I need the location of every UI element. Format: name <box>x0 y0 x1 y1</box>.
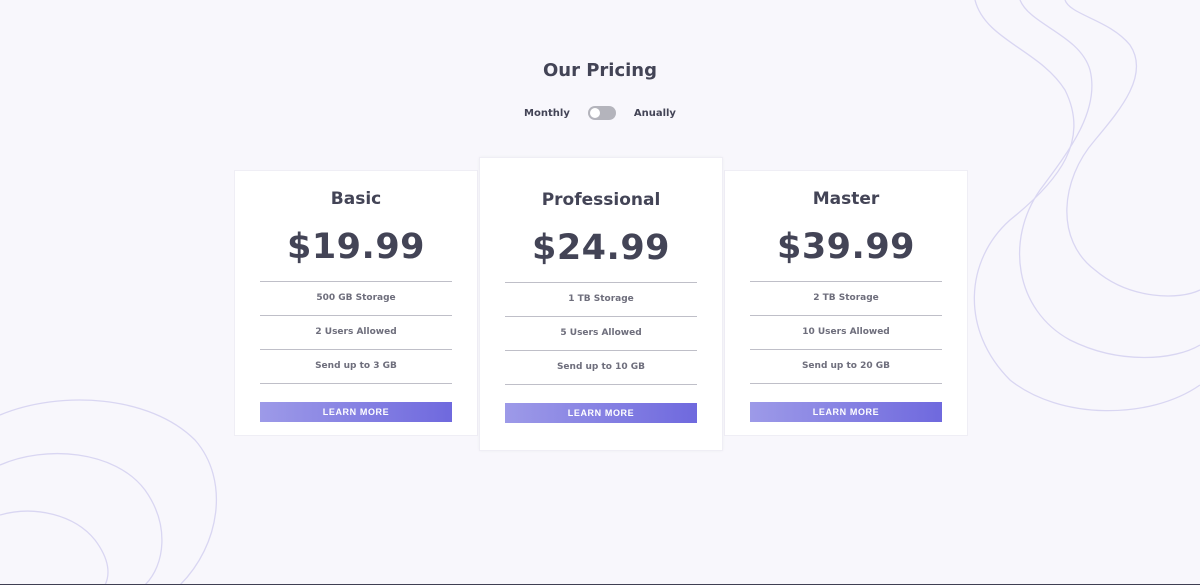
plan-price: $24.99 <box>531 228 671 268</box>
annually-label: Anually <box>633 107 676 119</box>
pricing-card-basic: Basic $19.99 500 GB Storage 2 Users Allo… <box>234 170 478 436</box>
pricing-card-master: Master $39.99 2 TB Storage 10 Users Allo… <box>724 170 968 436</box>
pricing-card-professional: Professional $24.99 1 TB Storage 5 Users… <box>479 157 723 451</box>
feature-item: 2 Users Allowed <box>260 316 452 350</box>
monthly-label: Monthly <box>524 107 570 119</box>
switch-knob <box>589 108 600 118</box>
plan-name: Basic <box>330 189 382 209</box>
feature-list: 1 TB Storage 5 Users Allowed Send up to … <box>505 282 697 385</box>
plan-price: $39.99 <box>776 227 916 267</box>
pricing-page: Our Pricing Monthly Anually Basic $19.99… <box>0 0 1200 585</box>
plan-name: Professional <box>541 190 661 210</box>
billing-period-switch[interactable] <box>587 106 616 120</box>
feature-item: Send up to 20 GB <box>750 350 942 384</box>
learn-more-button-basic[interactable]: LEARN MORE <box>260 402 452 422</box>
learn-more-button-master[interactable]: LEARN MORE <box>750 402 942 422</box>
learn-more-button-professional[interactable]: LEARN MORE <box>505 403 697 423</box>
page-title: Our Pricing <box>542 60 658 81</box>
feature-item: 5 Users Allowed <box>505 317 697 351</box>
feature-item: Send up to 3 GB <box>260 350 452 384</box>
plan-name: Master <box>812 189 880 209</box>
feature-item: 2 TB Storage <box>750 282 942 316</box>
feature-item: Send up to 10 GB <box>505 351 697 385</box>
feature-item: 1 TB Storage <box>505 283 697 317</box>
feature-item: 500 GB Storage <box>260 282 452 316</box>
feature-item: 10 Users Allowed <box>750 316 942 350</box>
billing-toggle-row: Monthly Anually <box>0 106 1200 120</box>
plan-price: $19.99 <box>286 227 426 267</box>
feature-list: 500 GB Storage 2 Users Allowed Send up t… <box>260 281 452 384</box>
feature-list: 2 TB Storage 10 Users Allowed Send up to… <box>750 281 942 384</box>
